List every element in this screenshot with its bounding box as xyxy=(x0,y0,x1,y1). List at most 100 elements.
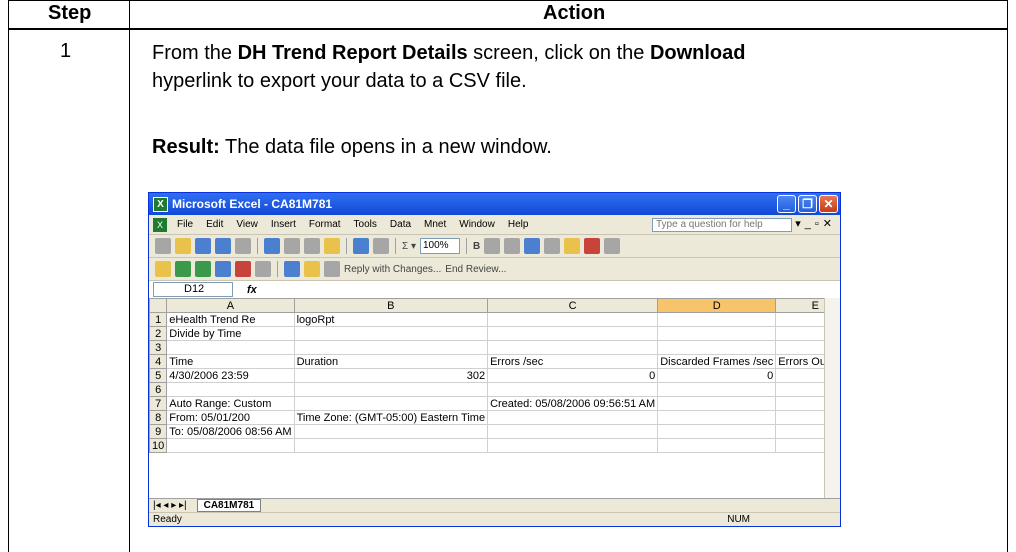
cut-icon[interactable] xyxy=(284,238,300,254)
column-header[interactable]: A xyxy=(166,298,295,313)
menu-data[interactable]: Data xyxy=(390,219,411,230)
review-icon-3[interactable] xyxy=(195,261,211,277)
cell[interactable] xyxy=(775,438,825,453)
row-header[interactable]: 1 xyxy=(149,312,168,327)
cell[interactable]: From: 05/01/200 xyxy=(166,410,295,425)
cell[interactable] xyxy=(657,382,777,397)
review-icon-5[interactable] xyxy=(235,261,251,277)
cell[interactable]: Divide by Time xyxy=(166,326,295,341)
title-bar[interactable]: X Microsoft Excel - CA81M781 _ ❐ ✕ xyxy=(149,193,840,215)
borders-icon[interactable] xyxy=(544,238,561,254)
autosum-icon[interactable]: Σ ▾ xyxy=(402,241,416,252)
row-header[interactable]: 2 xyxy=(149,326,168,341)
reply-with-changes-button[interactable]: Reply with Changes... xyxy=(344,264,441,275)
help-search-input[interactable]: Type a question for help xyxy=(652,218,792,232)
cell[interactable]: 0 xyxy=(487,368,659,383)
print-icon[interactable] xyxy=(235,238,251,254)
cell[interactable] xyxy=(775,312,825,327)
cell[interactable] xyxy=(487,340,659,355)
end-review-button[interactable]: End Review... xyxy=(445,264,506,275)
cell[interactable] xyxy=(657,424,777,439)
merge-icon[interactable] xyxy=(524,238,541,254)
cell[interactable] xyxy=(775,424,825,439)
cell[interactable] xyxy=(293,438,489,453)
review-icon-7[interactable] xyxy=(284,261,300,277)
review-icon-4[interactable] xyxy=(215,261,231,277)
cell[interactable]: Auto Range: Custom xyxy=(166,396,295,411)
cell[interactable] xyxy=(166,438,295,453)
cell[interactable]: 302 xyxy=(293,368,489,383)
row-header[interactable]: 3 xyxy=(149,340,168,355)
cell[interactable]: Duration xyxy=(293,354,489,369)
minimize-icon[interactable]: _ xyxy=(777,195,796,213)
sheet-nav-arrows[interactable]: |◂ ◂ ▸ ▸| xyxy=(153,500,187,511)
open-icon[interactable] xyxy=(175,238,191,254)
cell[interactable] xyxy=(487,326,659,341)
column-header[interactable]: E xyxy=(775,298,825,313)
cell[interactable] xyxy=(657,326,777,341)
close-icon[interactable]: ✕ xyxy=(819,195,838,213)
column-header[interactable]: C xyxy=(487,298,659,313)
review-icon-6[interactable] xyxy=(255,261,271,277)
cell[interactable] xyxy=(487,382,659,397)
row-header[interactable]: 6 xyxy=(149,382,168,397)
cell[interactable] xyxy=(775,340,825,355)
cell[interactable] xyxy=(775,326,825,341)
copy-icon[interactable] xyxy=(304,238,320,254)
menu-format[interactable]: Format xyxy=(309,219,341,230)
row-header[interactable]: 4 xyxy=(149,354,168,369)
menu-window[interactable]: Window xyxy=(459,219,495,230)
column-header[interactable]: B xyxy=(293,298,489,313)
column-header-selected[interactable]: D xyxy=(657,298,777,313)
menu-mnet[interactable]: Mnet xyxy=(424,219,446,230)
menu-edit[interactable]: Edit xyxy=(206,219,223,230)
save-icon[interactable] xyxy=(195,238,211,254)
undo-icon[interactable] xyxy=(353,238,369,254)
cell[interactable]: Discarded Frames /sec xyxy=(657,354,777,369)
cell[interactable] xyxy=(293,424,489,439)
menu-tools[interactable]: Tools xyxy=(354,219,377,230)
restore-icon[interactable]: ❐ xyxy=(798,195,817,213)
zoom-select[interactable]: 100% xyxy=(419,238,460,254)
cell[interactable] xyxy=(657,438,777,453)
cell[interactable] xyxy=(775,382,825,397)
cell[interactable] xyxy=(657,396,777,411)
cell[interactable]: Errors Out /sec xyxy=(775,354,825,369)
cell[interactable]: To: 05/08/2006 08:56 AM xyxy=(166,424,295,439)
cell[interactable] xyxy=(293,326,489,341)
menu-view[interactable]: View xyxy=(236,219,258,230)
cell[interactable]: 0 xyxy=(775,368,825,383)
cell[interactable]: Created: 05/08/2006 09:56:51 AM xyxy=(487,396,659,411)
cell[interactable] xyxy=(487,312,659,327)
cell[interactable]: Time xyxy=(166,354,295,369)
cell[interactable] xyxy=(293,382,489,397)
cell[interactable]: Errors /sec xyxy=(487,354,659,369)
cell[interactable]: 0 xyxy=(657,368,777,383)
select-all-corner[interactable] xyxy=(149,298,168,313)
fill-color-icon[interactable] xyxy=(564,238,581,254)
cell[interactable]: 4/30/2006 23:59 xyxy=(166,368,295,383)
cell[interactable] xyxy=(166,340,295,355)
cell[interactable] xyxy=(487,410,659,425)
cell[interactable] xyxy=(657,312,777,327)
align-center-icon[interactable] xyxy=(504,238,521,254)
paste-icon[interactable] xyxy=(324,238,340,254)
row-header[interactable]: 5 xyxy=(149,368,168,383)
row-header[interactable]: 9 xyxy=(149,424,168,439)
cell[interactable] xyxy=(487,424,659,439)
cell[interactable] xyxy=(293,396,489,411)
name-box[interactable]: D12 xyxy=(153,282,233,297)
workbook-window-controls[interactable]: ▾_▫✕ xyxy=(795,217,836,230)
spreadsheet-grid[interactable]: A B C D E F G H 1eHealth Trend RelogoRpt… xyxy=(149,298,825,498)
sheet-tab[interactable]: CA81M781 xyxy=(196,499,262,512)
review-icon-1[interactable] xyxy=(155,261,171,277)
row-header[interactable]: 7 xyxy=(149,396,168,411)
cell[interactable] xyxy=(775,396,825,411)
menu-file[interactable]: File xyxy=(177,219,193,230)
permission-icon[interactable] xyxy=(215,238,231,254)
vertical-scrollbar[interactable] xyxy=(824,298,840,498)
review-icon-8[interactable] xyxy=(304,261,320,277)
bold-icon[interactable]: B xyxy=(473,241,480,252)
row-header[interactable]: 10 xyxy=(149,438,168,453)
row-header[interactable]: 8 xyxy=(149,410,168,425)
